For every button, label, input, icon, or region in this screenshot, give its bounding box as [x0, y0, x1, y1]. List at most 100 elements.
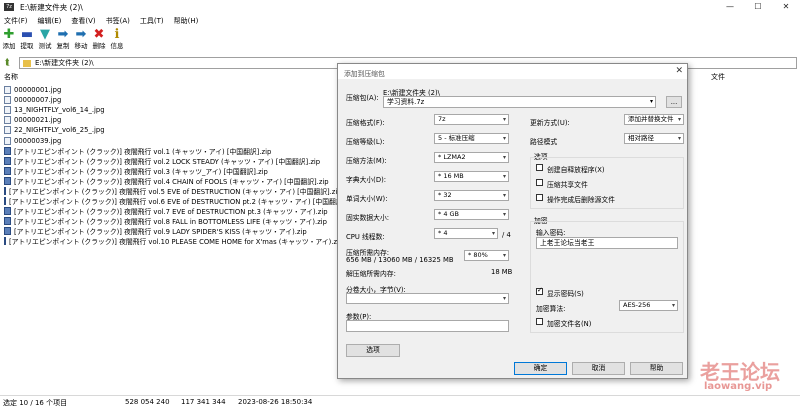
cpu-label: CPU 线程数: [346, 233, 385, 241]
file-name: 13_NIGHTFLY_vol6_14_.jpg [14, 106, 105, 115]
split-select[interactable]: ▾ [346, 293, 509, 304]
toolbar-label: 信息 [110, 42, 124, 50]
menu-bookmarks[interactable]: 书签(A) [102, 15, 136, 27]
file-row[interactable]: [アトリエピンポイント (クラック)] 夜闇飛行 vol.4 CHAIN of … [0, 176, 340, 186]
show-password-label: 显示密码(S) [547, 290, 584, 298]
mem-pct-select[interactable]: * 80% ▾ [464, 250, 509, 261]
column-name[interactable]: 名称 [4, 72, 18, 82]
help-button[interactable]: 帮助 [630, 362, 683, 375]
cpu-value: * 4 [438, 229, 448, 237]
file-row[interactable]: 13_NIGHTFLY_vol6_14_.jpg [0, 105, 340, 115]
file-name: 22_NIGHTFLY_vol6_25_.jpg [14, 126, 105, 135]
status-packed: 117 341 344 [181, 398, 226, 406]
toolbar-info-button[interactable]: ℹ 信息 [108, 27, 126, 55]
word-label: 单词大小(W): [346, 195, 388, 203]
menu-bar: 文件(F) 编辑(E) 查看(V) 书签(A) 工具(T) 帮助(H) [0, 15, 204, 27]
toolbar-delete-button[interactable]: ✖ 删除 [90, 27, 108, 55]
copy-arrow-icon: ➡ [57, 27, 69, 42]
file-row[interactable]: [アトリエピンポイント (クラック)] 夜闇飛行 vol.5 EVE of DE… [0, 186, 342, 196]
app-7z-icon: 7z [4, 3, 14, 11]
menu-view[interactable]: 查看(V) [67, 15, 101, 27]
file-row[interactable]: [アトリエピンポイント (クラック)] 夜闇飛行 vol.10 PLEASE C… [0, 236, 343, 246]
toolbar-copy-arrow-button[interactable]: ➡ 复制 [54, 27, 72, 55]
word-value: * 32 [438, 191, 452, 199]
maximize-button[interactable]: ☐ [744, 0, 772, 14]
method-label: 压缩方法(M): [346, 157, 387, 165]
toolbar-label: 添加 [2, 42, 16, 50]
password-input[interactable]: 上老王论坛当老王 [536, 237, 678, 249]
shared-checkbox[interactable] [536, 179, 543, 186]
menu-tools[interactable]: 工具(T) [136, 15, 170, 27]
chevron-down-icon: ▾ [677, 116, 681, 123]
menu-help[interactable]: 帮助(H) [170, 15, 205, 27]
mem-detail: 656 MB / 13060 MB / 16325 MB [346, 256, 454, 264]
browse-button[interactable]: ... [666, 96, 682, 108]
toolbar-plus-button[interactable]: ✚ 添加 [0, 27, 18, 55]
file-name: [アトリエピンポイント (クラック)] 夜闇飛行 vol.6 EVE of DE… [9, 198, 346, 207]
file-row[interactable]: 00000007.jpg [0, 95, 340, 105]
archive-name-input[interactable]: 学习资料.7z ▾ [383, 96, 656, 108]
delete-label: 操作完成后删除源文件 [547, 196, 615, 204]
menu-file[interactable]: 文件(F) [0, 15, 34, 27]
file-row[interactable]: 00000001.jpg [0, 85, 340, 95]
enc-method-value: AES-256 [623, 301, 651, 309]
toolbar-move-arrow-button[interactable]: ➡ 移动 [72, 27, 90, 55]
cpu-max: / 4 [502, 231, 511, 239]
file-row[interactable]: [アトリエピンポイント (クラック)] 夜闇飛行 vol.8 FALL in B… [0, 216, 340, 226]
info-icon: ℹ [114, 27, 120, 42]
path-text: E:\新建文件夹 (2)\ [35, 59, 94, 67]
word-select[interactable]: * 32 ▾ [434, 190, 509, 201]
up-folder-icon[interactable]: ⮬ [3, 58, 13, 68]
minimize-button[interactable]: — [716, 0, 744, 14]
pathmode-select[interactable]: 相对路径 ▾ [624, 133, 684, 144]
file-row[interactable]: [アトリエピンポイント (クラック)] 夜闇飛行 vol.6 EVE of DE… [0, 196, 345, 206]
close-button[interactable]: ✕ [772, 0, 800, 14]
toolbar-check-button[interactable]: ▼ 测试 [36, 27, 54, 55]
file-row[interactable]: [アトリエピンポイント (クラック)] 夜闇飛行 vol.2 LOCK STEA… [0, 156, 340, 166]
dialog-close-icon[interactable]: ✕ [675, 66, 683, 76]
params-input[interactable] [346, 320, 509, 332]
delete-checkbox[interactable] [536, 194, 543, 201]
dict-select[interactable]: * 16 MB ▾ [434, 171, 509, 182]
enc-method-select[interactable]: AES-256 ▾ [619, 300, 678, 311]
dict-label: 字典大小(D): [346, 176, 387, 184]
update-select[interactable]: 添加并替换文件 ▾ [624, 114, 684, 125]
level-select[interactable]: 5 - 标准压缩 ▾ [434, 133, 509, 144]
format-select[interactable]: 7z ▾ [434, 114, 509, 125]
file-name: [アトリエピンポイント (クラック)] 夜闇飛行 vol.7 EVE of DE… [14, 208, 328, 217]
encrypt-names-checkbox[interactable] [536, 318, 543, 325]
archive-label: 压缩包(A): [346, 94, 379, 102]
options-button[interactable]: 选项 [346, 344, 400, 357]
chevron-down-icon: ▾ [677, 135, 681, 142]
solid-select[interactable]: * 4 GB ▾ [434, 209, 509, 220]
mem-pct-value: * 80% [468, 251, 488, 259]
image-file-icon [4, 106, 11, 115]
file-row[interactable]: [アトリエピンポイント (クラック)] 夜闇飛行 vol.9 LADY SPID… [0, 226, 340, 236]
method-select[interactable]: * LZMA2 ▾ [434, 152, 509, 163]
show-password-checkbox[interactable] [536, 286, 543, 295]
file-row[interactable]: [アトリエピンポイント (クラック)] 夜闇飛行 vol.3 (キャッツ_アイ)… [0, 166, 340, 176]
file-row[interactable]: 22_NIGHTFLY_vol6_25_.jpg [0, 125, 340, 135]
cancel-button[interactable]: 取消 [572, 362, 625, 375]
ok-button[interactable]: 确定 [514, 362, 567, 375]
sfx-checkbox[interactable] [536, 164, 543, 171]
status-bar: 选定 10 / 16 个项目 528 054 240 117 341 344 2… [0, 395, 800, 408]
file-row[interactable]: 00000039.jpg [0, 135, 340, 145]
status-size: 528 054 240 [125, 398, 170, 406]
file-name: [アトリエピンポイント (クラック)] 夜闇飛行 vol.1 (キャッツ・アイ)… [14, 147, 272, 156]
column-right[interactable]: 文件 [711, 72, 725, 82]
level-label: 压缩等级(L): [346, 138, 385, 146]
file-row[interactable]: 00000021.jpg [0, 115, 340, 125]
toolbar-minus-button[interactable]: ▬ 提取 [18, 27, 36, 55]
chevron-down-icon: ▾ [502, 154, 506, 161]
solid-value: * 4 GB [438, 210, 460, 218]
update-label: 更新方式(U): [530, 119, 570, 127]
file-row[interactable]: [アトリエピンポイント (クラック)] 夜闇飛行 vol.7 EVE of DE… [0, 206, 340, 216]
cpu-select[interactable]: * 4 ▾ [434, 228, 498, 239]
sfx-label: 创建自释放程序(X) [547, 166, 605, 174]
file-row[interactable]: [アトリエピンポイント (クラック)] 夜闇飛行 vol.1 (キャッツ・アイ)… [0, 146, 340, 156]
menu-edit[interactable]: 编辑(E) [34, 15, 68, 27]
archive-file-icon [4, 207, 11, 216]
archive-file-icon [4, 227, 11, 236]
file-name: 00000007.jpg [14, 96, 62, 105]
